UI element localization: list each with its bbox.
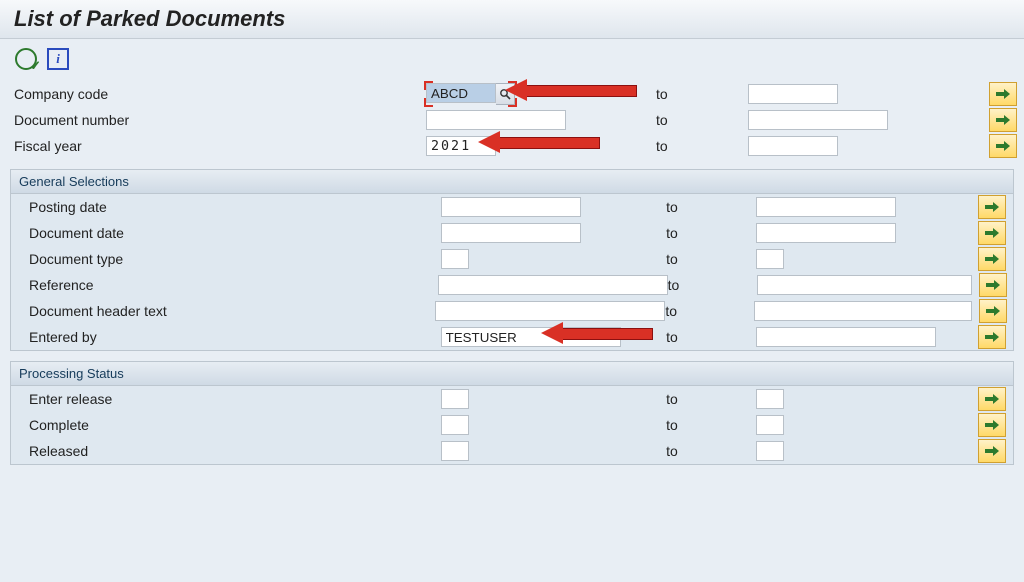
- multiple-selection-button[interactable]: [978, 413, 1006, 437]
- to-label: to: [666, 391, 756, 407]
- arrow-right-icon: [986, 306, 1000, 316]
- arrow-right-icon: [985, 202, 999, 212]
- complete-from-input[interactable]: [441, 415, 469, 435]
- to-label: to: [656, 138, 748, 154]
- label-complete: Complete: [15, 417, 441, 433]
- multiple-selection-button[interactable]: [978, 325, 1006, 349]
- document-type-from-input[interactable]: [441, 249, 469, 269]
- info-icon: i: [47, 48, 69, 70]
- multiple-selection-button[interactable]: [989, 82, 1017, 106]
- company-code-from-input[interactable]: [426, 83, 496, 103]
- info-button[interactable]: i: [46, 47, 70, 71]
- multiple-selection-button[interactable]: [978, 247, 1006, 271]
- row-document-type: Document type to: [11, 246, 1013, 272]
- arrow-right-icon: [986, 280, 1000, 290]
- label-enter-release: Enter release: [15, 391, 441, 407]
- complete-to-input[interactable]: [756, 415, 784, 435]
- label-released: Released: [15, 443, 441, 459]
- label-posting-date: Posting date: [15, 199, 441, 215]
- row-released: Released to: [11, 438, 1013, 464]
- annotation-arrow: [498, 137, 600, 149]
- to-label: to: [668, 277, 758, 293]
- row-company-code: Company code to: [0, 81, 1024, 107]
- arrow-right-icon: [985, 254, 999, 264]
- multiple-selection-button[interactable]: [979, 273, 1007, 297]
- posting-date-from-input[interactable]: [441, 197, 581, 217]
- arrow-right-icon: [985, 420, 999, 430]
- page-title: List of Parked Documents: [14, 6, 1010, 32]
- toolbar: i: [0, 39, 1024, 79]
- label-document-type: Document type: [15, 251, 441, 267]
- row-entered-by: Entered by to: [11, 324, 1013, 350]
- document-date-to-input[interactable]: [756, 223, 896, 243]
- to-label: to: [666, 225, 756, 241]
- label-header-text: Document header text: [15, 303, 435, 319]
- document-type-to-input[interactable]: [756, 249, 784, 269]
- execute-button[interactable]: [14, 47, 38, 71]
- arrow-right-icon: [985, 228, 999, 238]
- header-text-to-input[interactable]: [754, 301, 972, 321]
- multiple-selection-button[interactable]: [989, 108, 1017, 132]
- multiple-selection-button[interactable]: [978, 195, 1006, 219]
- released-to-input[interactable]: [756, 441, 784, 461]
- to-label: to: [666, 251, 756, 267]
- row-document-date: Document date to: [11, 220, 1013, 246]
- enter-release-from-input[interactable]: [441, 389, 469, 409]
- posting-date-to-input[interactable]: [756, 197, 896, 217]
- arrow-right-icon: [985, 394, 999, 404]
- row-posting-date: Posting date to: [11, 194, 1013, 220]
- title-bar: List of Parked Documents: [0, 0, 1024, 39]
- reference-to-input[interactable]: [757, 275, 972, 295]
- row-complete: Complete to: [11, 412, 1013, 438]
- document-number-to-input[interactable]: [748, 110, 888, 130]
- to-label: to: [666, 199, 756, 215]
- arrow-right-icon: [996, 115, 1010, 125]
- reference-from-input[interactable]: [438, 275, 668, 295]
- group-title-general: General Selections: [11, 170, 1013, 194]
- row-enter-release: Enter release to: [11, 386, 1013, 412]
- group-general-selections: General Selections Posting date to Docum…: [10, 169, 1014, 351]
- multiple-selection-button[interactable]: [978, 221, 1006, 245]
- document-date-from-input[interactable]: [441, 223, 581, 243]
- header-text-from-input[interactable]: [435, 301, 665, 321]
- fiscal-year-from-input[interactable]: [426, 136, 496, 156]
- to-label: to: [656, 86, 748, 102]
- to-label: to: [666, 329, 756, 345]
- label-entered-by: Entered by: [15, 329, 441, 345]
- focus-indicator: [426, 83, 515, 105]
- label-company-code: Company code: [14, 86, 426, 102]
- label-document-number: Document number: [14, 112, 426, 128]
- arrow-right-icon: [996, 141, 1010, 151]
- entered-by-from-input[interactable]: [441, 327, 621, 347]
- label-document-date: Document date: [15, 225, 441, 241]
- arrow-right-icon: [996, 89, 1010, 99]
- enter-release-to-input[interactable]: [756, 389, 784, 409]
- document-number-from-input[interactable]: [426, 110, 566, 130]
- multiple-selection-button[interactable]: [978, 387, 1006, 411]
- to-label: to: [666, 443, 756, 459]
- entered-by-to-input[interactable]: [756, 327, 936, 347]
- group-processing-status: Processing Status Enter release to Compl…: [10, 361, 1014, 465]
- to-label: to: [666, 417, 756, 433]
- released-from-input[interactable]: [441, 441, 469, 461]
- multiple-selection-button[interactable]: [978, 439, 1006, 463]
- annotation-arrow: [525, 85, 637, 97]
- multiple-selection-button[interactable]: [979, 299, 1007, 323]
- to-label: to: [665, 303, 754, 319]
- label-reference: Reference: [15, 277, 438, 293]
- company-code-to-input[interactable]: [748, 84, 838, 104]
- label-fiscal-year: Fiscal year: [14, 138, 426, 154]
- row-document-number: Document number to: [0, 107, 1024, 133]
- clock-check-icon: [15, 48, 37, 70]
- fiscal-year-to-input[interactable]: [748, 136, 838, 156]
- arrow-right-icon: [985, 332, 999, 342]
- to-label: to: [656, 112, 748, 128]
- group-title-status: Processing Status: [11, 362, 1013, 386]
- row-header-text: Document header text to: [11, 298, 1013, 324]
- row-fiscal-year: Fiscal year to: [0, 133, 1024, 159]
- multiple-selection-button[interactable]: [989, 134, 1017, 158]
- arrow-right-icon: [985, 446, 999, 456]
- row-reference: Reference to: [11, 272, 1013, 298]
